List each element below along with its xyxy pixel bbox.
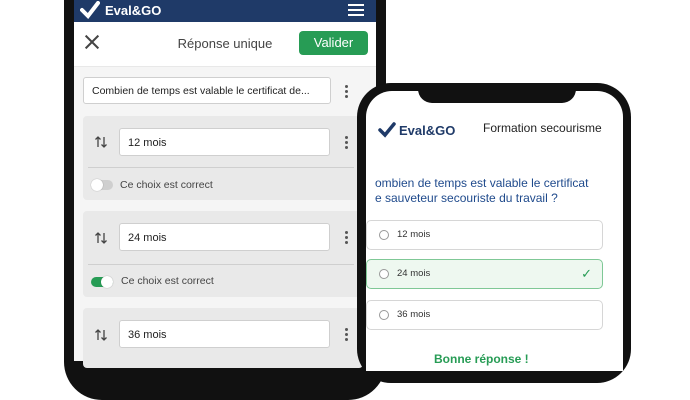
radio-button[interactable] bbox=[379, 269, 389, 279]
preview-question: ombien de temps est valable le certifica… bbox=[375, 176, 610, 206]
preview-brand-name: Eval&GO bbox=[399, 122, 456, 138]
app-topbar: Eval&GO bbox=[74, 0, 376, 22]
preview-question-line: ombien de temps est valable le certifica… bbox=[375, 176, 589, 190]
radio-button[interactable] bbox=[379, 310, 389, 320]
answer-option[interactable]: 12 mois bbox=[366, 220, 603, 250]
reorder-icon[interactable] bbox=[94, 328, 108, 342]
answer-option-label: 24 mois bbox=[397, 268, 431, 279]
answer-option-label: 36 mois bbox=[397, 309, 431, 320]
feedback-message: Bonne réponse ! bbox=[434, 352, 529, 366]
brand-logo[interactable]: Eval&GO bbox=[80, 1, 161, 19]
answer-option[interactable]: 36 mois bbox=[366, 300, 603, 330]
question-more-icon[interactable] bbox=[345, 85, 349, 100]
divider bbox=[88, 167, 354, 168]
menu-icon[interactable] bbox=[348, 4, 364, 19]
answer-more-icon[interactable] bbox=[345, 231, 349, 246]
correct-toggle[interactable] bbox=[91, 276, 113, 288]
answer-more-icon[interactable] bbox=[345, 328, 349, 343]
radio-button[interactable] bbox=[379, 230, 389, 240]
checkmark-logo-icon bbox=[378, 122, 396, 138]
answer-option-selected[interactable]: 24 mois ✓ bbox=[366, 259, 603, 289]
divider bbox=[88, 264, 354, 265]
correct-toggle-label: Ce choix est correct bbox=[121, 275, 214, 287]
answer-input[interactable]: 12 mois bbox=[119, 128, 330, 156]
editor-header: Réponse unique Valider bbox=[74, 22, 376, 67]
answer-input[interactable]: 36 mois bbox=[119, 320, 330, 348]
checkmark-logo-icon bbox=[80, 1, 100, 19]
correct-toggle[interactable] bbox=[91, 179, 113, 191]
correct-toggle-label: Ce choix est correct bbox=[120, 179, 213, 191]
validate-button[interactable]: Valider bbox=[299, 31, 368, 55]
brand-name: Eval&GO bbox=[105, 2, 162, 18]
preview-question-line: e sauveteur secouriste du travail ? bbox=[375, 191, 558, 205]
reorder-icon[interactable] bbox=[94, 231, 108, 245]
answer-more-icon[interactable] bbox=[345, 136, 349, 151]
survey-title: Formation secourisme bbox=[483, 121, 602, 135]
answer-input[interactable]: 24 mois bbox=[119, 223, 330, 251]
question-input[interactable]: Combien de temps est valable le certific… bbox=[83, 77, 331, 104]
reorder-icon[interactable] bbox=[94, 135, 108, 149]
preview-brand-logo: Eval&GO bbox=[378, 122, 455, 138]
check-icon: ✓ bbox=[581, 266, 592, 281]
answer-option-label: 12 mois bbox=[397, 229, 431, 240]
phone-notch bbox=[418, 83, 576, 103]
